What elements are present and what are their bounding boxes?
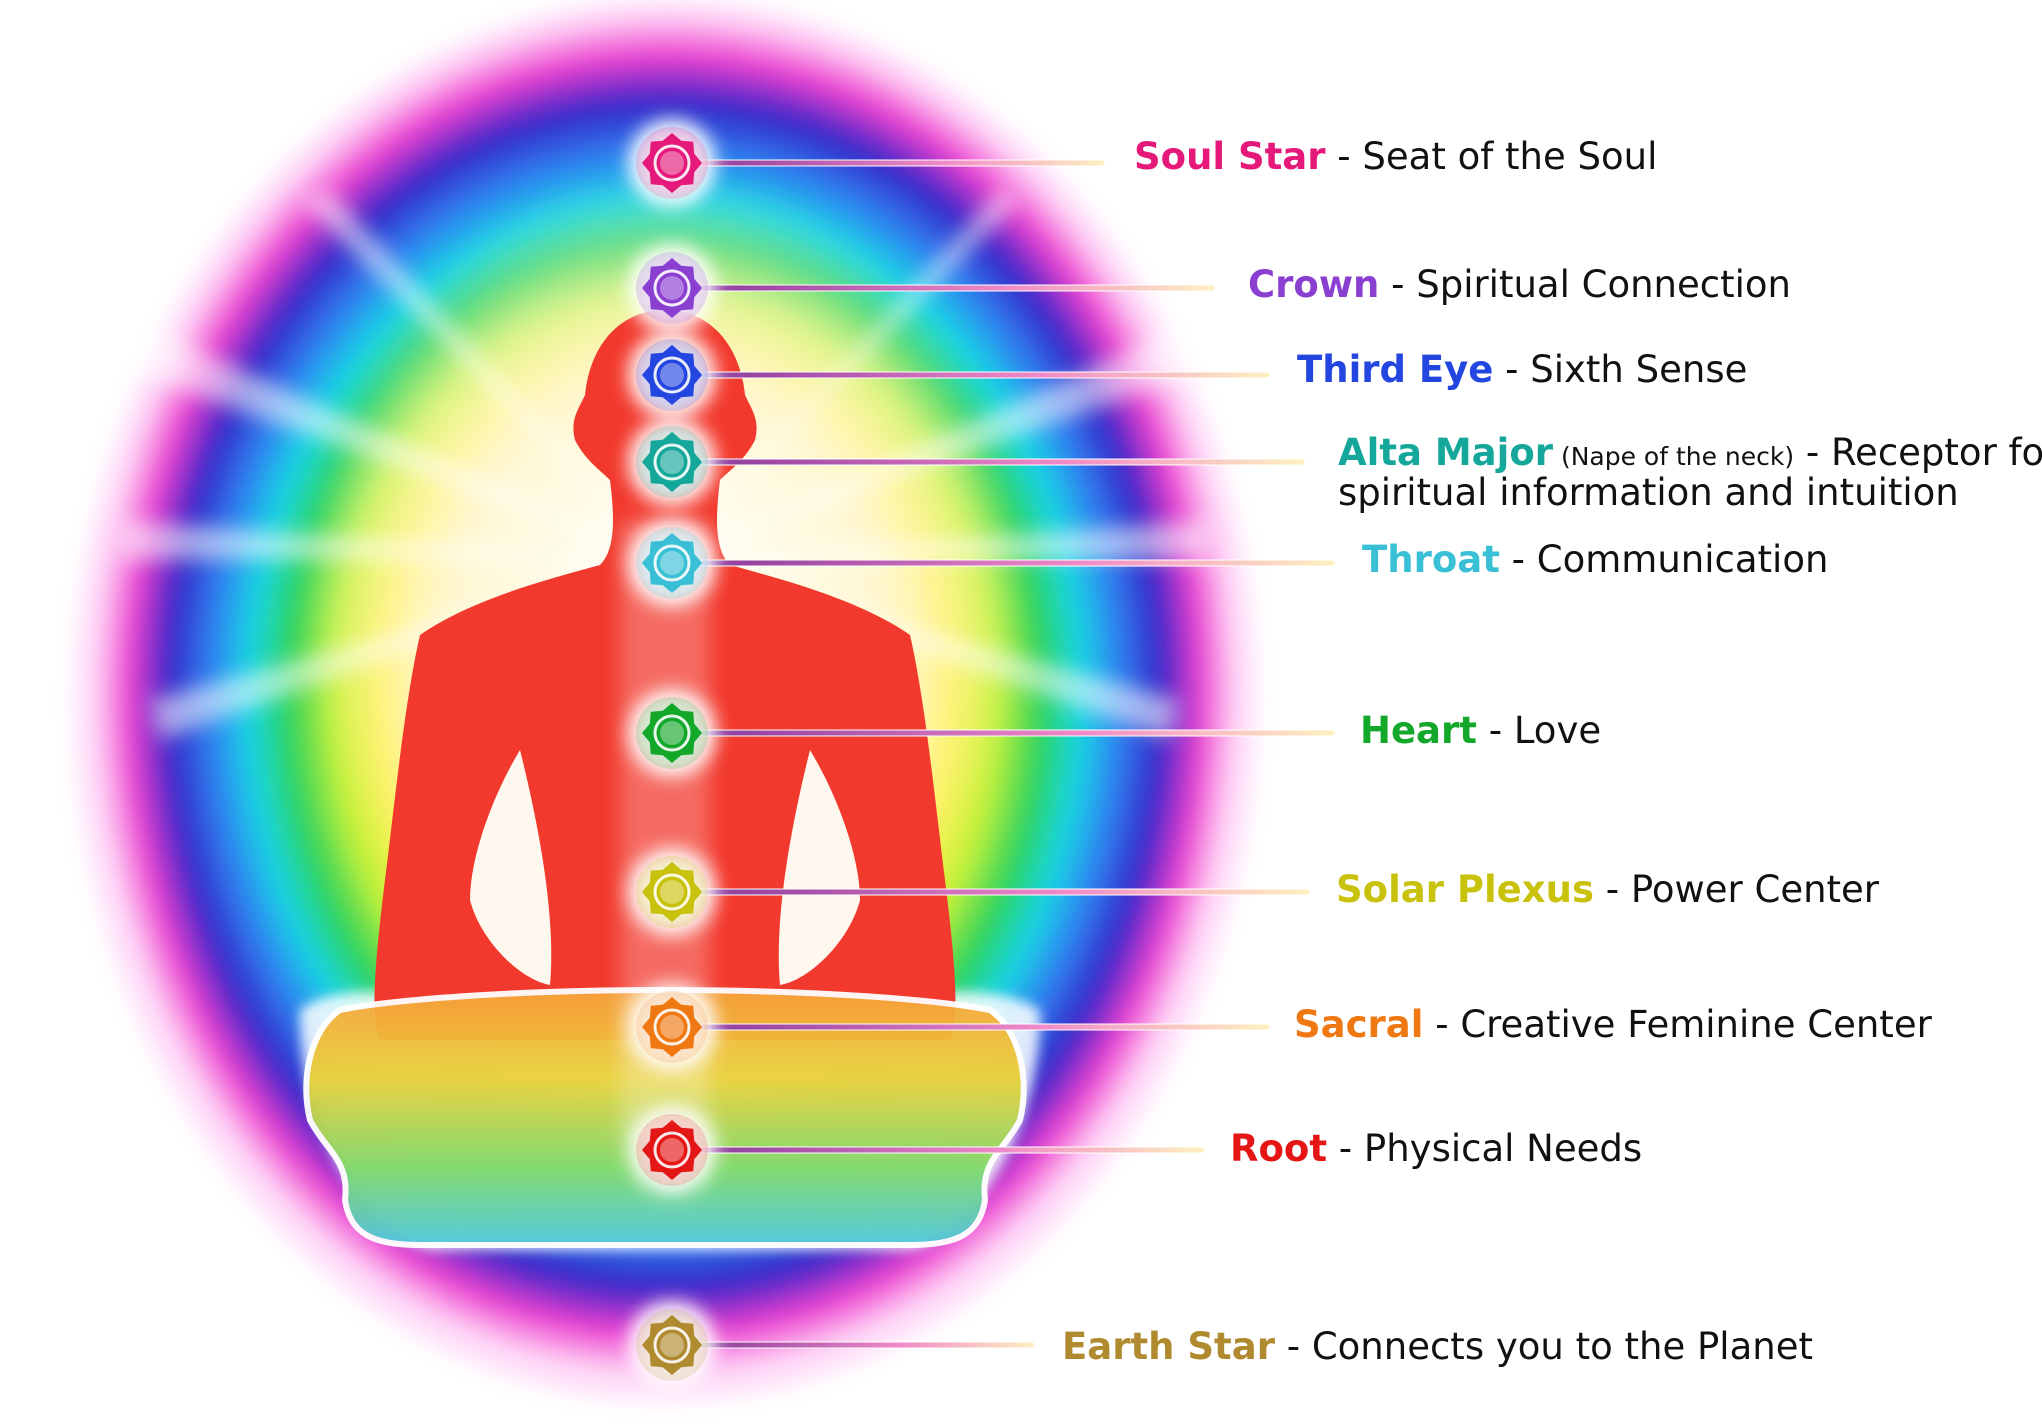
label-line: Root - Physical Needs: [1230, 1129, 1642, 1169]
chakra-name: Solar Plexus: [1336, 868, 1594, 911]
chakra-marker-alta-major: [628, 418, 716, 506]
label-line: Alta Major (Nape of the neck) - Receptor…: [1338, 433, 2042, 473]
label-separator: -: [1325, 135, 1363, 178]
chakra-marker-heart: [628, 689, 716, 777]
chakra-marker-solar-plexus: [628, 848, 716, 936]
connector-line-root: [699, 1146, 1206, 1154]
marker-shine: [660, 1138, 684, 1162]
aura-illustration: [75, 0, 1336, 1400]
marker-shine: [660, 363, 684, 387]
marker-shine: [660, 551, 684, 575]
label-line: Solar Plexus - Power Center: [1336, 870, 1879, 910]
chakra-diagram: Soul Star - Seat of the Soul Crown - Spir…: [0, 0, 2042, 1426]
chakra-description: Receptor for: [1831, 431, 2042, 474]
chakra-marker-soul-star: [628, 119, 716, 207]
chakra-description: Physical Needs: [1363, 1127, 1643, 1170]
chakra-description: Power Center: [1630, 868, 1880, 911]
chakra-name: Third Eye: [1297, 348, 1494, 391]
chakra-label-heart: Heart - Love: [1360, 711, 1601, 751]
chakra-name: Alta Major: [1338, 431, 1553, 474]
label-separator: -: [1274, 1325, 1312, 1368]
connector-line-crown: [699, 284, 1216, 292]
chakra-description: Spiritual Connection: [1416, 263, 1791, 306]
chakra-name: Crown: [1248, 263, 1380, 306]
label-separator: -: [1593, 868, 1631, 911]
chakra-marker-crown: [628, 244, 716, 332]
label-separator: -: [1327, 1127, 1364, 1170]
connector-line-throat: [699, 559, 1336, 567]
label-separator: -: [1499, 538, 1537, 581]
chakra-name: Heart: [1360, 709, 1477, 752]
connector-line-sacral: [699, 1023, 1271, 1031]
chakra-description: Connects you to the Planet: [1311, 1325, 1813, 1368]
chakra-marker-sacral: [628, 983, 716, 1071]
chakra-description: Love: [1513, 709, 1602, 752]
chakra-description: Communication: [1536, 538, 1829, 581]
chakra-label-soul-star: Soul Star - Seat of the Soul: [1134, 137, 1657, 177]
label-line: Throat - Communication: [1362, 540, 1828, 580]
connector-line-heart: [699, 729, 1336, 737]
label-line: Soul Star - Seat of the Soul: [1134, 137, 1657, 177]
label-separator: -: [1423, 1003, 1461, 1046]
chakra-label-earth-star: Earth Star - Connects you to the Planet: [1062, 1327, 1813, 1367]
marker-shine: [660, 880, 684, 904]
chakra-name: Earth Star: [1062, 1325, 1275, 1368]
chakra-note: (Nape of the neck): [1553, 442, 1795, 471]
marker-shine: [660, 1333, 684, 1357]
marker-shine: [660, 1015, 684, 1039]
label-line: Third Eye - Sixth Sense: [1297, 350, 1747, 390]
chakra-name: Throat: [1362, 538, 1500, 581]
label-line: Sacral - Creative Feminine Center: [1294, 1005, 1932, 1045]
chakra-label-sacral: Sacral - Creative Feminine Center: [1294, 1005, 1932, 1045]
chakra-label-solar-plexus: Solar Plexus - Power Center: [1336, 870, 1879, 910]
label-line: Crown - Spiritual Connection: [1248, 265, 1791, 305]
chakra-label-third-eye: Third Eye - Sixth Sense: [1297, 350, 1747, 390]
connector-line-soul-star: [699, 159, 1106, 167]
marker-shine: [660, 450, 684, 474]
connector-line-earth-star: [699, 1341, 1036, 1349]
label-separator: -: [1493, 348, 1531, 391]
connector-line-alta-major: [699, 458, 1306, 466]
chakra-label-root: Root - Physical Needs: [1230, 1129, 1642, 1169]
chakra-label-alta-major: Alta Major (Nape of the neck) - Receptor…: [1338, 433, 2042, 513]
chakra-description-line2: spiritual information and intuition: [1338, 470, 1959, 514]
chakra-marker-earth-star: [628, 1301, 716, 1389]
chakra-name: Root: [1230, 1127, 1328, 1170]
marker-shine: [660, 276, 684, 300]
chakra-description: Creative Feminine Center: [1460, 1003, 1932, 1046]
chakra-description: Seat of the Soul: [1362, 135, 1658, 178]
marker-shine: [660, 721, 684, 745]
chakra-marker-third-eye: [628, 331, 716, 419]
chakra-name: Soul Star: [1134, 135, 1326, 178]
chakra-description: Sixth Sense: [1530, 348, 1748, 391]
chakra-name: Sacral: [1294, 1003, 1424, 1046]
marker-shine: [660, 151, 684, 175]
chakra-label-throat: Throat - Communication: [1362, 540, 1828, 580]
chakra-marker-root: [628, 1106, 716, 1194]
chakra-label-crown: Crown - Spiritual Connection: [1248, 265, 1791, 305]
connector-line-third-eye: [699, 371, 1271, 379]
chakra-marker-throat: [628, 519, 716, 607]
label-separator: -: [1379, 263, 1417, 306]
label-separator: -: [1476, 709, 1514, 752]
label-separator: -: [1794, 431, 1832, 474]
label-line: Earth Star - Connects you to the Planet: [1062, 1327, 1813, 1367]
label-line: Heart - Love: [1360, 711, 1601, 751]
connector-line-solar-plexus: [699, 888, 1311, 896]
